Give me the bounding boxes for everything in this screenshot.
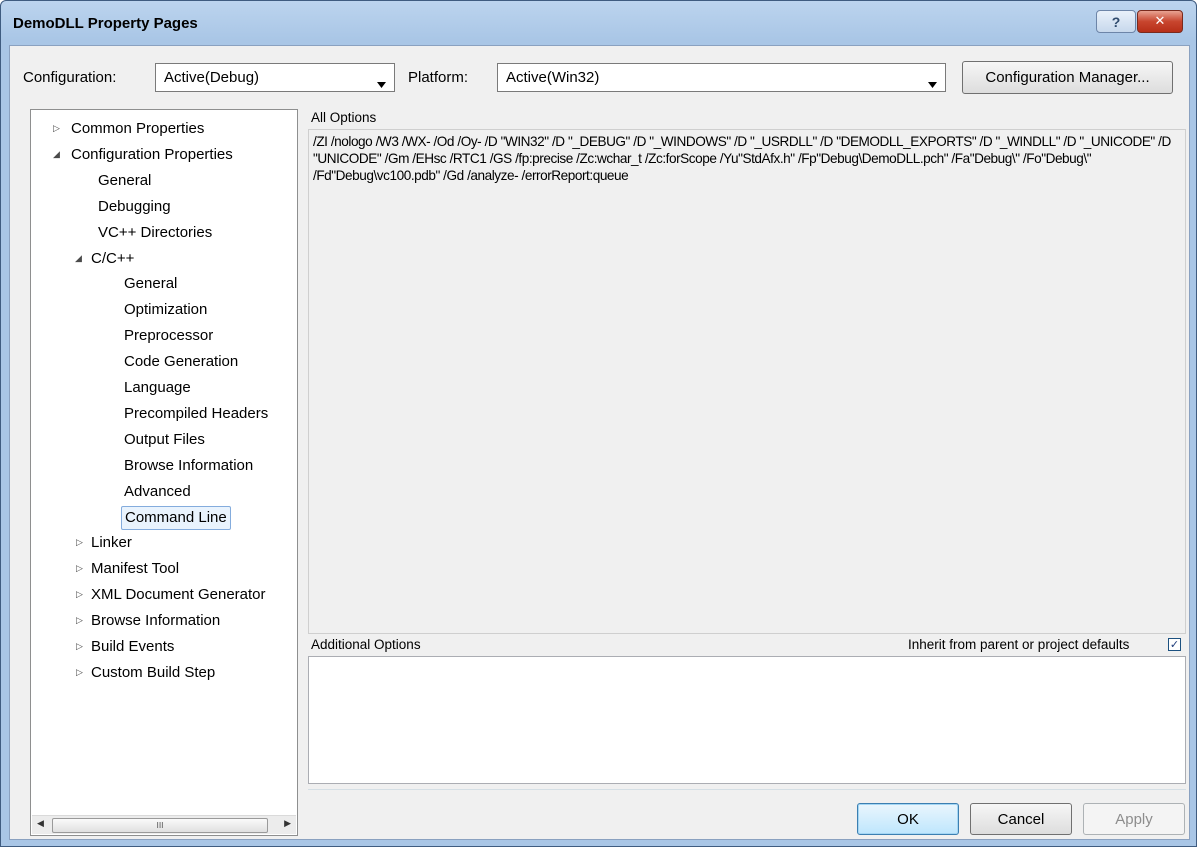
platform-value: Active(Win32) [506, 69, 600, 86]
tree-item[interactable]: Preprocessor [121, 324, 216, 348]
help-icon: ? [1111, 13, 1121, 30]
configuration-dropdown[interactable]: Active(Debug) [155, 63, 395, 92]
collapsed-arrow-icon[interactable]: ▷ [76, 564, 86, 574]
additional-options-label: Additional Options [311, 637, 421, 652]
tree-item[interactable]: Advanced [121, 480, 194, 504]
tree-horizontal-scrollbar[interactable]: ◀ III ▶ [32, 815, 296, 834]
collapsed-arrow-icon[interactable]: ▷ [53, 124, 63, 134]
close-button[interactable]: ✕ [1137, 10, 1183, 33]
dialog-client-area: Configuration: Active(Debug) Platform: A… [9, 45, 1190, 840]
tree-item[interactable]: General [121, 272, 180, 296]
tree-item[interactable]: C/C++ [88, 247, 137, 271]
tree-item[interactable]: Precompiled Headers [121, 402, 271, 426]
apply-button[interactable]: Apply [1083, 803, 1185, 835]
platform-label: Platform: [408, 69, 469, 86]
tree-item[interactable]: Optimization [121, 298, 210, 322]
tree-item[interactable]: Code Generation [121, 350, 241, 374]
tree-item[interactable]: Linker [88, 531, 135, 555]
scroll-right-icon[interactable]: ▶ [284, 819, 291, 829]
expanded-arrow-icon[interactable]: ◢ [75, 254, 85, 264]
tree-item[interactable]: Configuration Properties [68, 143, 236, 167]
property-pages-window: DemoDLL Property Pages ? ✕ Configuration… [0, 0, 1197, 847]
help-button[interactable]: ? [1096, 10, 1136, 33]
cancel-button[interactable]: Cancel [970, 803, 1072, 835]
tree-item[interactable]: Manifest Tool [88, 557, 182, 581]
close-icon: ✕ [1154, 14, 1166, 29]
configuration-manager-button[interactable]: Configuration Manager... [962, 61, 1173, 94]
chevron-down-icon [928, 74, 937, 92]
button-separator [308, 789, 1186, 790]
platform-dropdown[interactable]: Active(Win32) [497, 63, 946, 92]
title-bar[interactable]: DemoDLL Property Pages ? ✕ [1, 1, 1196, 45]
all-options-box[interactable]: /ZI /nologo /W3 /WX- /Od /Oy- /D "WIN32"… [308, 129, 1186, 634]
property-tree[interactable]: ▷ Common Properties ◢ Configuration Propert… [30, 109, 298, 836]
tree-item[interactable]: Language [121, 376, 194, 400]
all-options-label: All Options [311, 110, 377, 125]
window-title: DemoDLL Property Pages [13, 15, 198, 32]
tree-item[interactable]: XML Document Generator [88, 583, 269, 607]
tree-item[interactable]: Output Files [121, 428, 208, 452]
tree-item[interactable]: Debugging [95, 195, 174, 219]
tree-item[interactable]: General [95, 169, 154, 193]
inherit-defaults-label: Inherit from parent or project defaults [908, 637, 1130, 652]
tree-item[interactable]: Common Properties [68, 117, 207, 141]
tree-item[interactable]: Browse Information [88, 609, 223, 633]
collapsed-arrow-icon[interactable]: ▷ [76, 668, 86, 678]
ok-button[interactable]: OK [857, 803, 959, 835]
additional-options-input[interactable] [308, 656, 1186, 784]
tree-item[interactable]: Command Line [121, 505, 231, 530]
configuration-value: Active(Debug) [164, 69, 260, 86]
all-options-text: /ZI /nologo /W3 /WX- /Od /Oy- /D "WIN32"… [313, 134, 1171, 183]
inherit-defaults-checkbox[interactable]: ✓ [1168, 638, 1181, 651]
collapsed-arrow-icon[interactable]: ▷ [76, 538, 86, 548]
checkmark-icon: ✓ [1169, 638, 1180, 651]
collapsed-arrow-icon[interactable]: ▷ [76, 642, 86, 652]
scroll-left-icon[interactable]: ◀ [37, 819, 44, 829]
chevron-down-icon [377, 74, 386, 92]
configuration-label: Configuration: [23, 69, 117, 86]
collapsed-arrow-icon[interactable]: ▷ [76, 616, 86, 626]
tree-item[interactable]: VC++ Directories [95, 221, 215, 245]
tree-item[interactable]: Build Events [88, 635, 177, 659]
scroll-thumb[interactable]: III [52, 818, 268, 833]
expanded-arrow-icon[interactable]: ◢ [53, 150, 63, 160]
tree-item[interactable]: Browse Information [121, 454, 256, 478]
scroll-thumb-grip: III [156, 821, 164, 830]
collapsed-arrow-icon[interactable]: ▷ [76, 590, 86, 600]
tree-item[interactable]: Custom Build Step [88, 661, 218, 685]
